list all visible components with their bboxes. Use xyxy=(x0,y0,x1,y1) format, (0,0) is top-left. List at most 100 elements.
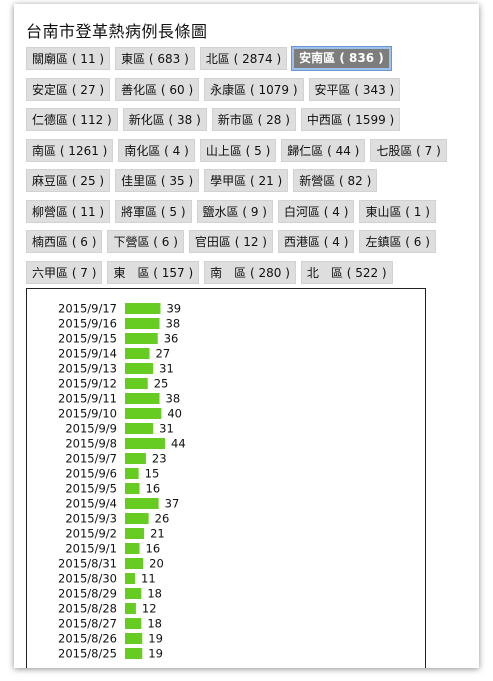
district-button[interactable]: 永康區 ( 1079 ) xyxy=(204,77,304,101)
category-label: 2015/9/5 xyxy=(65,482,117,496)
category-label: 2015/9/12 xyxy=(58,377,117,391)
district-button[interactable]: 安平區 ( 343 ) xyxy=(308,77,401,101)
page-title: 台南市登革熱病例長條圖 xyxy=(26,22,208,41)
district-button[interactable]: 仁德區 ( 112 ) xyxy=(26,108,118,131)
value-label: 38 xyxy=(166,317,181,331)
value-label: 38 xyxy=(166,392,181,406)
district-button[interactable]: 麻豆區 ( 25 ) xyxy=(26,169,111,192)
district-button[interactable]: 下營區 ( 6 ) xyxy=(107,230,184,253)
category-label: 2015/8/25 xyxy=(58,647,117,661)
value-label: 31 xyxy=(159,362,174,376)
bar xyxy=(125,453,146,464)
district-button[interactable]: 安定區 ( 27 ) xyxy=(26,77,111,101)
district-button[interactable]: 東區 ( 683 ) xyxy=(115,47,195,70)
category-label: 2015/8/30 xyxy=(58,572,117,586)
district-button[interactable]: 中西區 ( 1599 ) xyxy=(300,108,401,131)
category-label: 2015/9/7 xyxy=(65,452,117,466)
bar xyxy=(125,318,160,329)
chart-container: 2015/9/17 39 2015/9/16 38 2015/9/15 36 2015/9/… xyxy=(26,288,426,668)
category-label: 2015/9/2 xyxy=(65,527,117,541)
bar xyxy=(125,483,140,494)
bar xyxy=(125,498,159,509)
district-button[interactable]: 楠西區 ( 6 ) xyxy=(26,230,103,253)
district-button[interactable]: 左鎮區 ( 6 ) xyxy=(359,230,436,253)
category-label: 2015/9/11 xyxy=(58,392,117,406)
district-button[interactable]: 官田區 ( 12 ) xyxy=(188,230,273,253)
bar xyxy=(125,468,139,479)
category-label: 2015/9/14 xyxy=(58,347,117,361)
bar xyxy=(125,573,135,584)
district-button[interactable]: 佳里區 ( 35 ) xyxy=(115,169,200,192)
category-label: 2015/9/8 xyxy=(65,437,117,451)
bar xyxy=(125,603,136,614)
category-label: 2015/9/16 xyxy=(58,317,117,331)
district-button[interactable]: 東 區 ( 157 ) xyxy=(107,260,200,284)
district-button[interactable]: 南區 ( 1261 ) xyxy=(26,138,114,162)
category-label: 2015/9/15 xyxy=(58,332,117,346)
value-label: 15 xyxy=(145,467,160,481)
bar xyxy=(125,618,142,629)
value-label: 40 xyxy=(167,407,182,421)
district-button[interactable]: 六甲區 ( 7 ) xyxy=(26,260,103,284)
district-button[interactable]: 善化區 ( 60 ) xyxy=(115,77,200,101)
district-button[interactable]: 七股區 ( 7 ) xyxy=(370,138,447,162)
district-button[interactable]: 安南區 ( 836 ) xyxy=(291,46,392,71)
category-label: 2015/9/6 xyxy=(65,467,117,481)
value-label: 16 xyxy=(146,542,161,556)
bar xyxy=(125,333,158,344)
value-label: 26 xyxy=(155,512,170,526)
value-label: 37 xyxy=(165,497,180,511)
bar xyxy=(125,633,143,644)
district-button[interactable]: 西港區 ( 4 ) xyxy=(277,230,355,253)
category-label: 2015/9/10 xyxy=(58,407,117,421)
district-button[interactable]: 新營區 ( 82 ) xyxy=(293,169,378,192)
bar xyxy=(125,648,143,659)
district-button[interactable]: 柳營區 ( 11 ) xyxy=(26,199,111,223)
district-button[interactable]: 白河區 ( 4 ) xyxy=(277,199,355,223)
value-label: 27 xyxy=(156,347,171,361)
bar xyxy=(125,588,142,599)
category-label: 2015/8/27 xyxy=(58,617,117,631)
bar xyxy=(125,513,149,524)
district-button[interactable]: 將軍區 ( 5 ) xyxy=(115,199,192,223)
district-button[interactable]: 山上區 ( 5 ) xyxy=(199,138,277,162)
value-label: 19 xyxy=(148,632,163,646)
bar xyxy=(125,408,162,419)
category-label: 2015/8/28 xyxy=(58,602,117,616)
category-label: 2015/9/3 xyxy=(65,512,117,526)
district-button[interactable]: 新化區 ( 38 ) xyxy=(122,108,207,131)
value-label: 18 xyxy=(147,587,162,601)
district-button[interactable]: 南化區 ( 4 ) xyxy=(118,138,195,162)
category-label: 2015/9/17 xyxy=(58,302,117,316)
value-label: 36 xyxy=(164,332,179,346)
value-label: 19 xyxy=(148,647,163,661)
category-label: 2015/9/13 xyxy=(58,362,117,376)
category-label: 2015/9/4 xyxy=(65,497,117,511)
category-label: 2015/8/26 xyxy=(58,632,117,646)
bar xyxy=(125,528,145,539)
bar xyxy=(125,438,165,449)
bar-chart: 2015/9/17 39 2015/9/16 38 2015/9/15 36 2015/9/… xyxy=(58,302,186,661)
district-button[interactable]: 鹽水區 ( 9 ) xyxy=(196,199,273,223)
category-label: 2015/9/1 xyxy=(65,542,117,556)
bar xyxy=(125,423,154,434)
category-label: 2015/8/29 xyxy=(58,587,117,601)
district-button[interactable]: 東山區 ( 1 ) xyxy=(359,199,436,223)
value-label: 21 xyxy=(150,527,165,541)
value-label: 20 xyxy=(149,557,164,571)
bar xyxy=(125,303,161,314)
district-button[interactable]: 北 區 ( 522 ) xyxy=(300,260,393,284)
district-button[interactable]: 關廟區 ( 11 ) xyxy=(26,47,111,70)
category-label: 2015/8/31 xyxy=(58,557,117,571)
value-label: 23 xyxy=(152,452,167,466)
bar xyxy=(125,378,148,389)
value-label: 11 xyxy=(141,572,156,586)
district-button[interactable]: 新市區 ( 28 ) xyxy=(211,108,296,131)
district-button[interactable]: 南 區 ( 280 ) xyxy=(204,260,296,284)
bar xyxy=(125,363,154,374)
district-button[interactable]: 學甲區 ( 21 ) xyxy=(204,169,289,192)
district-button[interactable]: 歸仁區 ( 44 ) xyxy=(281,138,366,162)
page: 台南市登革熱病例長條圖 關廟區 ( 11 ) 東區 ( 683 ) 北區 ( 287… xyxy=(14,4,479,668)
district-button[interactable]: 北區 ( 2874 ) xyxy=(199,47,288,70)
bar xyxy=(125,543,140,554)
